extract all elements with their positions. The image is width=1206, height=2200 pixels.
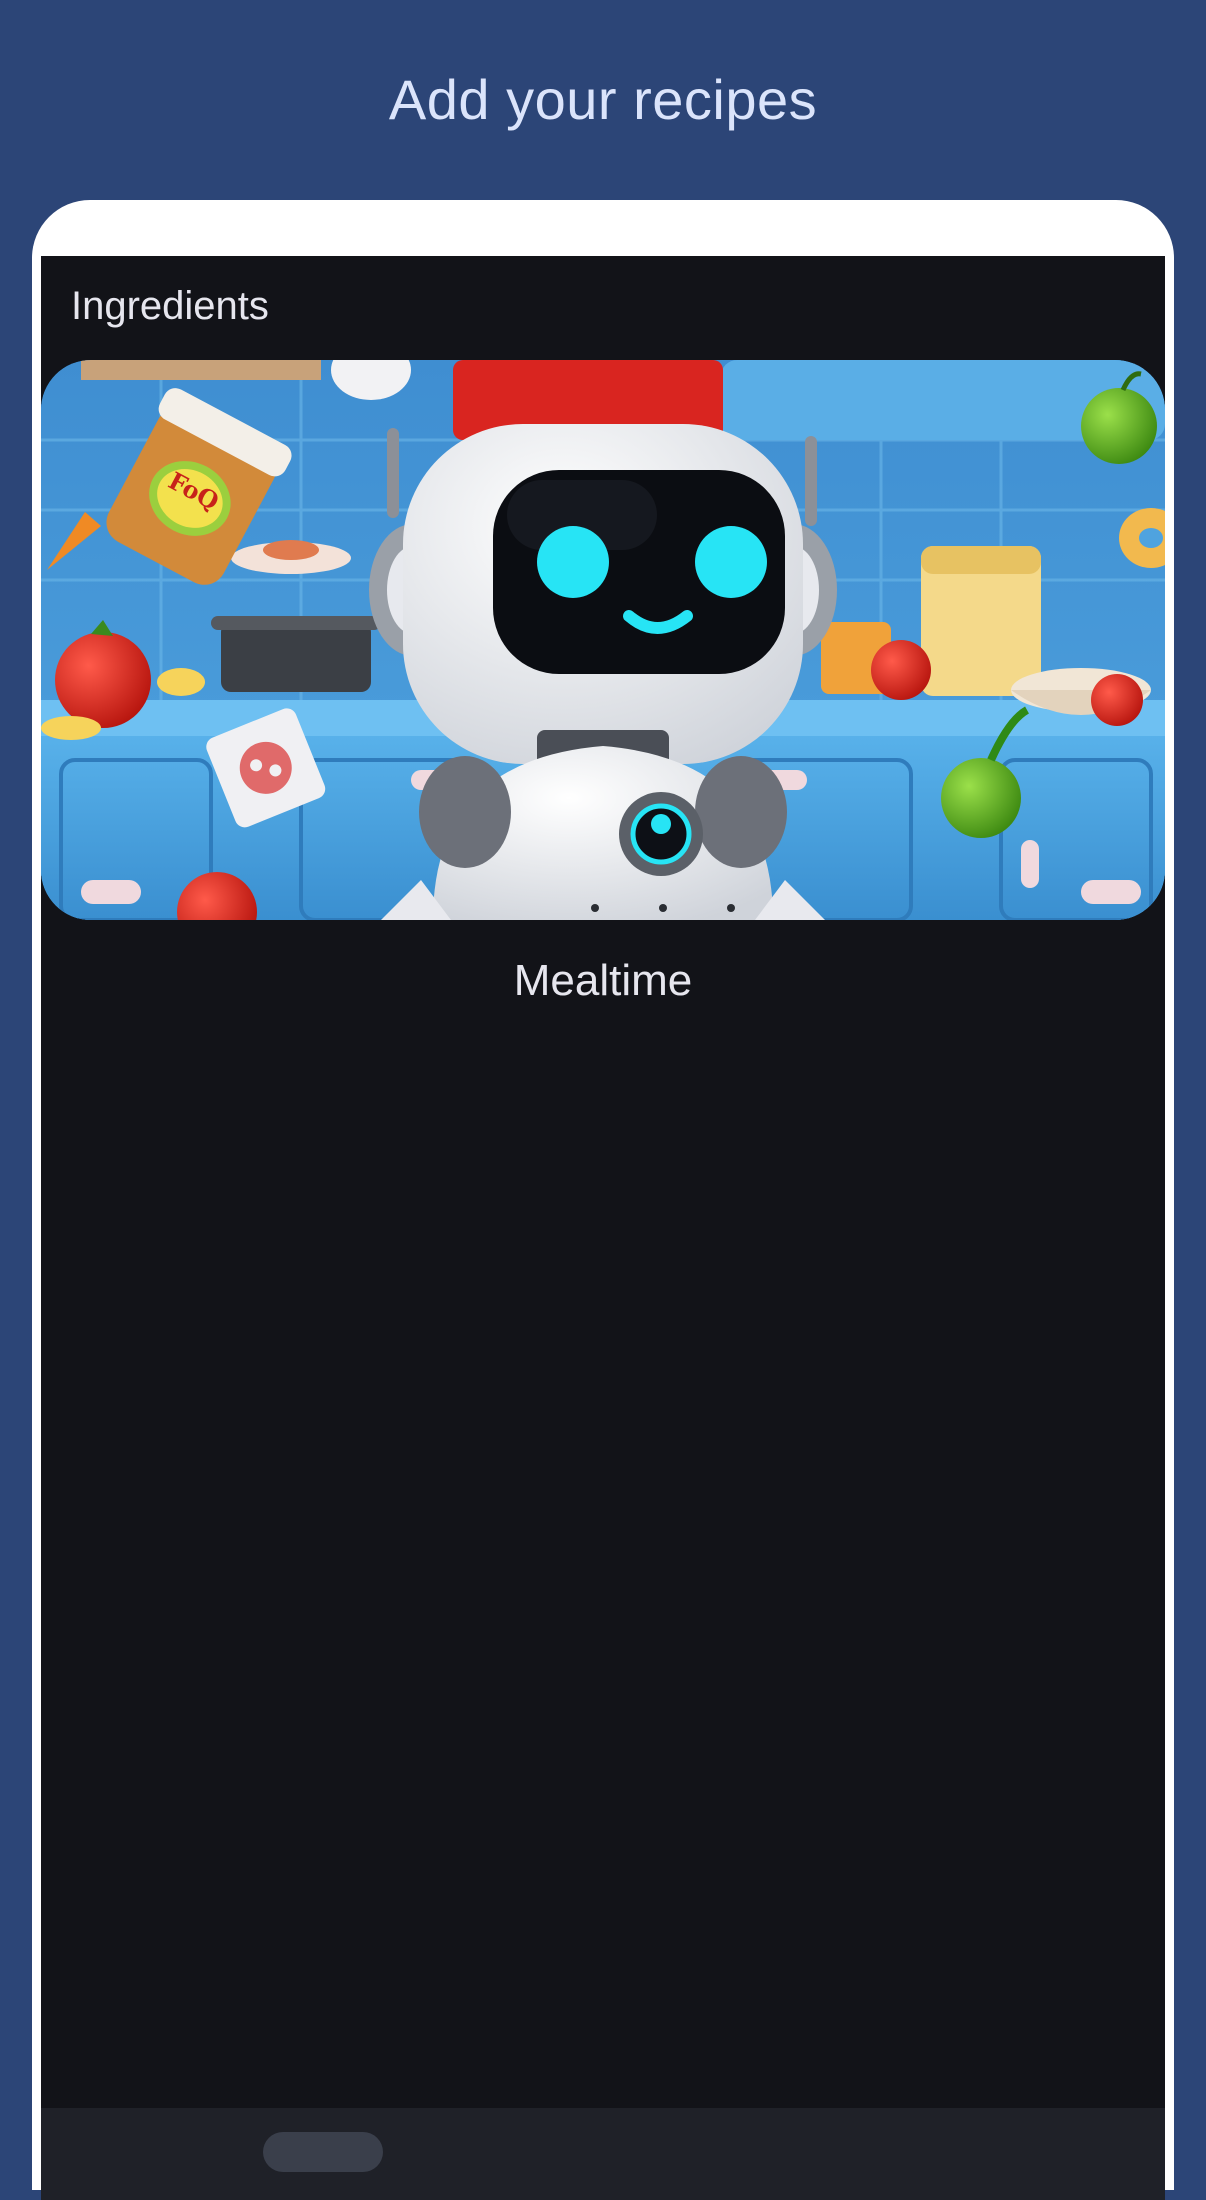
page-header: Add your recipes bbox=[0, 0, 1206, 200]
device-frame: Ingredients FoQ Mealtime bbox=[32, 200, 1174, 2200]
section-title-ingredients: Ingredients bbox=[71, 284, 269, 328]
bottom-navigation-bar bbox=[41, 2108, 1165, 2200]
app-screen: Ingredients FoQ Mealtime bbox=[41, 256, 1165, 2200]
card-caption-mealtime[interactable]: Mealtime bbox=[41, 956, 1165, 1006]
robot-chef-illustration: FoQ bbox=[41, 360, 1165, 920]
nav-indicator[interactable] bbox=[263, 2132, 383, 2172]
mealtime-card-image[interactable]: FoQ bbox=[41, 360, 1165, 920]
page-title: Add your recipes bbox=[388, 67, 818, 131]
